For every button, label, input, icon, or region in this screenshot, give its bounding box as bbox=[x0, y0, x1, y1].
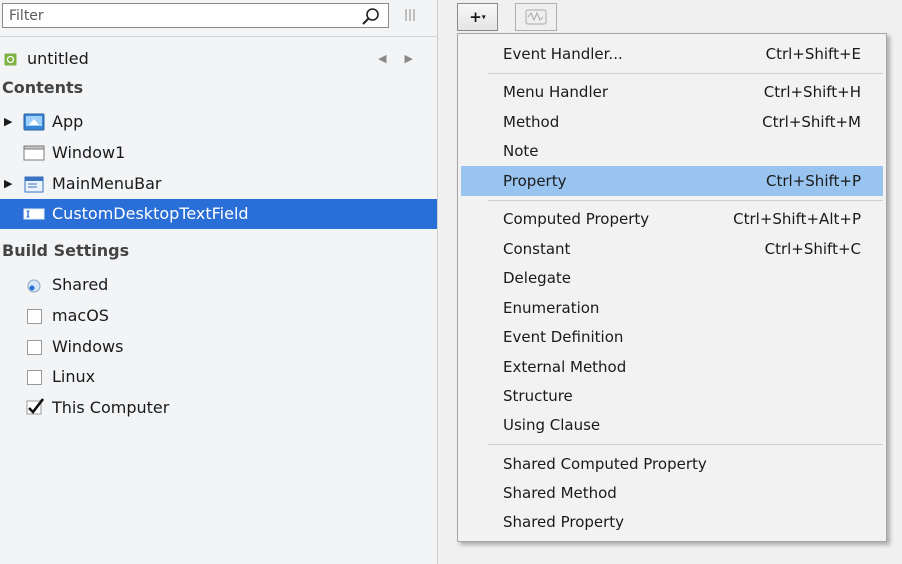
menu-item-note[interactable]: Note bbox=[461, 136, 883, 166]
disclosure-triangle-icon[interactable]: ▶ bbox=[4, 169, 12, 199]
macos-checkbox[interactable] bbox=[27, 309, 42, 324]
menu-item-label: Shared Method bbox=[503, 484, 617, 502]
contents-item-label: Window1 bbox=[52, 143, 126, 162]
menu-item-enumeration[interactable]: Enumeration bbox=[461, 293, 883, 323]
menu-item-menu-handler[interactable]: Menu Handler Ctrl+Shift+H bbox=[461, 77, 883, 107]
menu-item-shared-method[interactable]: Shared Method bbox=[461, 478, 883, 508]
menu-item-shared-property[interactable]: Shared Property bbox=[461, 507, 883, 537]
menu-item-label: Note bbox=[503, 142, 539, 160]
dropdown-caret-icon: ▾ bbox=[481, 12, 486, 22]
contents-item-label: CustomDesktopTextField bbox=[52, 204, 249, 223]
build-settings-header: Build Settings bbox=[2, 241, 130, 260]
build-item-label: Shared bbox=[52, 275, 109, 294]
menu-item-label: Event Handler... bbox=[503, 45, 623, 63]
contents-item-label: MainMenuBar bbox=[52, 174, 162, 193]
plus-icon: + bbox=[469, 8, 482, 26]
menu-item-label: Property bbox=[503, 172, 567, 190]
project-icon bbox=[4, 53, 17, 66]
menu-item-shared-computed-property[interactable]: Shared Computed Property bbox=[461, 449, 883, 479]
project-name: untitled bbox=[27, 49, 89, 68]
menu-item-label: Shared Property bbox=[503, 513, 625, 531]
contents-item-mainmenubar[interactable]: ▶ MainMenuBar bbox=[0, 169, 437, 199]
menu-item-delegate[interactable]: Delegate bbox=[461, 263, 883, 293]
build-item-windows[interactable]: Windows bbox=[0, 332, 437, 362]
menu-separator bbox=[488, 444, 883, 445]
forward-arrow-icon[interactable]: ▶ bbox=[404, 52, 430, 65]
menu-item-label: Method bbox=[503, 113, 560, 131]
back-arrow-icon[interactable]: ◀ bbox=[378, 52, 404, 65]
linux-checkbox[interactable] bbox=[27, 370, 42, 385]
insert-menu: Event Handler... Ctrl+Shift+E Menu Handl… bbox=[457, 33, 887, 542]
menu-item-structure[interactable]: Structure bbox=[461, 381, 883, 411]
build-item-label: Linux bbox=[52, 367, 96, 386]
menu-item-property[interactable]: Property Ctrl+Shift+P bbox=[461, 166, 883, 196]
menu-item-method[interactable]: Method Ctrl+Shift+M bbox=[461, 107, 883, 137]
wave-icon bbox=[525, 9, 547, 25]
menu-item-label: Menu Handler bbox=[503, 83, 609, 101]
menu-item-using-clause[interactable]: Using Clause bbox=[461, 410, 883, 440]
menu-item-label: Delegate bbox=[503, 269, 571, 287]
this-computer-checkbox[interactable] bbox=[26, 398, 44, 416]
menu-separator bbox=[488, 200, 883, 201]
build-item-linux[interactable]: Linux bbox=[0, 362, 437, 392]
columns-icon[interactable] bbox=[403, 8, 417, 22]
menu-item-computed-property[interactable]: Computed Property Ctrl+Shift+Alt+P bbox=[461, 204, 883, 234]
navigator-panel: untitled ◀▶ Contents ▶ App Window1 ▶ Mai… bbox=[0, 0, 438, 564]
shared-icon bbox=[27, 279, 41, 293]
textfield-icon bbox=[23, 208, 45, 220]
menu-item-label: Shared Computed Property bbox=[503, 455, 707, 473]
menu-separator bbox=[488, 73, 883, 74]
menu-item-label: Structure bbox=[503, 387, 573, 405]
menu-item-shortcut: Ctrl+Shift+P bbox=[766, 172, 861, 190]
menu-item-shortcut: Ctrl+Shift+Alt+P bbox=[733, 210, 861, 228]
menu-item-shortcut: Ctrl+Shift+C bbox=[764, 240, 861, 258]
menu-item-label: Enumeration bbox=[503, 299, 600, 317]
disclosure-triangle-icon[interactable]: ▶ bbox=[4, 107, 12, 137]
divider bbox=[0, 36, 437, 37]
menu-item-constant[interactable]: Constant Ctrl+Shift+C bbox=[461, 234, 883, 264]
contents-header: Contents bbox=[2, 78, 84, 97]
menu-item-external-method[interactable]: External Method bbox=[461, 352, 883, 382]
checkmark-icon bbox=[26, 398, 44, 415]
add-item-button[interactable]: +▾ bbox=[457, 3, 498, 31]
menu-item-label: Event Definition bbox=[503, 328, 624, 346]
window-icon bbox=[23, 145, 45, 161]
filter-box bbox=[2, 3, 389, 28]
history-arrows[interactable]: ◀▶ bbox=[378, 44, 431, 74]
contents-item-window1[interactable]: Window1 bbox=[0, 138, 437, 168]
filter-input[interactable] bbox=[9, 6, 349, 25]
build-item-shared[interactable]: Shared bbox=[0, 270, 437, 300]
contents-item-customdesktoptextfield[interactable]: CustomDesktopTextField bbox=[0, 199, 437, 229]
menu-item-label: Using Clause bbox=[503, 416, 601, 434]
menu-item-label: Constant bbox=[503, 240, 571, 258]
menu-item-shortcut: Ctrl+Shift+M bbox=[762, 113, 861, 131]
build-item-label: Windows bbox=[52, 337, 124, 356]
menu-item-event-definition[interactable]: Event Definition bbox=[461, 322, 883, 352]
search-icon[interactable] bbox=[361, 7, 381, 26]
menu-item-shortcut: Ctrl+Shift+E bbox=[765, 45, 861, 63]
app-icon bbox=[23, 113, 45, 131]
build-item-label: macOS bbox=[52, 306, 109, 325]
contents-item-label: App bbox=[52, 112, 84, 131]
layout-editor-button[interactable] bbox=[515, 3, 557, 31]
menubar-icon bbox=[24, 176, 44, 193]
menu-item-shortcut: Ctrl+Shift+H bbox=[763, 83, 861, 101]
project-row[interactable]: untitled ◀▶ bbox=[0, 44, 437, 74]
build-item-this-computer[interactable]: This Computer bbox=[0, 393, 437, 423]
contents-item-app[interactable]: ▶ App bbox=[0, 107, 437, 137]
build-item-macos[interactable]: macOS bbox=[0, 301, 437, 331]
menu-item-event-handler[interactable]: Event Handler... Ctrl+Shift+E bbox=[461, 39, 883, 69]
build-item-label: This Computer bbox=[52, 398, 170, 417]
panel-divider[interactable] bbox=[437, 0, 438, 564]
menu-item-label: Computed Property bbox=[503, 210, 650, 228]
menu-item-label: External Method bbox=[503, 358, 627, 376]
windows-checkbox[interactable] bbox=[27, 340, 42, 355]
